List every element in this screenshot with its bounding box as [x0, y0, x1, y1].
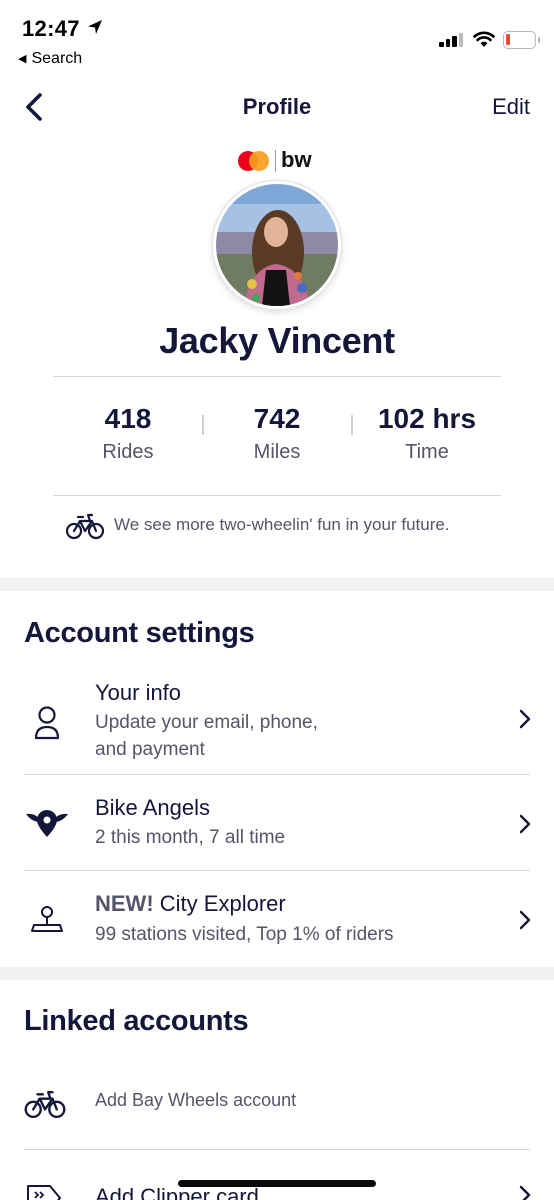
fun-message: We see more two-wheelin' fun in your fut…	[0, 510, 554, 542]
location-arrow-icon	[88, 20, 102, 34]
divider	[53, 495, 501, 496]
section-separator	[0, 578, 554, 591]
page-title: Profile	[242, 94, 312, 119]
stat-rides: 418 Rides	[53, 403, 203, 464]
edit-button[interactable]: Edit	[492, 94, 530, 120]
bike-icon	[66, 513, 104, 540]
row-title: NEW! City Explorer	[95, 891, 286, 917]
chevron-right-icon	[519, 1185, 531, 1200]
divider	[53, 376, 501, 377]
battery-icon	[503, 31, 540, 49]
status-bar: 12:47 ◀ Search	[0, 0, 554, 76]
section-separator	[0, 967, 554, 980]
fun-message-text: We see more two-wheelin' fun in your fut…	[114, 515, 450, 534]
chevron-right-icon	[519, 814, 531, 834]
account-item-your-info[interactable]: Your info Update your email, phone, and …	[0, 676, 554, 774]
row-subtitle: 99 stations visited, Top 1% of riders	[95, 924, 394, 945]
new-badge: NEW!	[95, 891, 154, 916]
avatar	[213, 181, 341, 309]
map-pin-icon	[31, 906, 63, 932]
stat-value: 742	[253, 403, 301, 434]
brand-text: bw	[281, 147, 312, 172]
account-item-city-explorer[interactable]: NEW! City Explorer 99 stations visited, …	[0, 871, 554, 967]
linked-item-clipper[interactable]: Add Clipper card	[0, 1150, 554, 1200]
account-settings-heading: Account settings	[24, 617, 255, 649]
bike-icon	[24, 1091, 66, 1119]
linked-item-bay-wheels[interactable]: Add Bay Wheels account	[0, 1065, 554, 1149]
row-title: Bike Angels	[95, 795, 210, 820]
row-subtitle: 2 this month, 7 all time	[95, 827, 286, 848]
row-title: Your info	[95, 680, 182, 705]
nav-bar: Profile Edit	[0, 80, 554, 136]
row-title: Add Bay Wheels account	[95, 1090, 297, 1110]
stat-miles: 742 Miles	[202, 403, 352, 464]
ride-stats: 418 Rides 742 Miles 102 hrs Time	[53, 403, 501, 471]
profile-name: Jacky Vincent	[159, 320, 395, 361]
stat-value: 418	[104, 403, 152, 434]
brand-logo: bw	[238, 147, 318, 174]
cellular-signal-icon	[439, 33, 465, 47]
stat-value: 102 hrs	[377, 403, 477, 434]
stat-label: Time	[405, 441, 449, 463]
chevron-right-icon	[519, 910, 531, 930]
back-to-search-link[interactable]: ◀ Search	[18, 50, 82, 68]
linked-accounts-heading: Linked accounts	[24, 1005, 249, 1037]
row-subtitle: Update your email, phone,	[95, 712, 318, 733]
row-title-text: City Explorer	[159, 891, 286, 916]
account-item-bike-angels[interactable]: Bike Angels 2 this month, 7 all time	[0, 775, 554, 870]
back-to-search-label: Search	[31, 50, 83, 67]
row-subtitle: and payment	[95, 739, 205, 760]
status-time: 12:47	[22, 16, 80, 41]
home-indicator[interactable]	[178, 1180, 376, 1187]
person-icon	[34, 706, 60, 740]
back-triangle-icon: ◀	[18, 53, 27, 65]
stat-time: 102 hrs Time	[352, 403, 502, 464]
stat-label: Miles	[253, 441, 301, 463]
avatar-photo	[216, 184, 338, 306]
bike-angels-icon	[26, 810, 68, 837]
stat-label: Rides	[102, 441, 154, 463]
wifi-icon	[473, 31, 495, 47]
card-tag-icon	[27, 1185, 61, 1200]
chevron-right-icon	[519, 709, 531, 729]
